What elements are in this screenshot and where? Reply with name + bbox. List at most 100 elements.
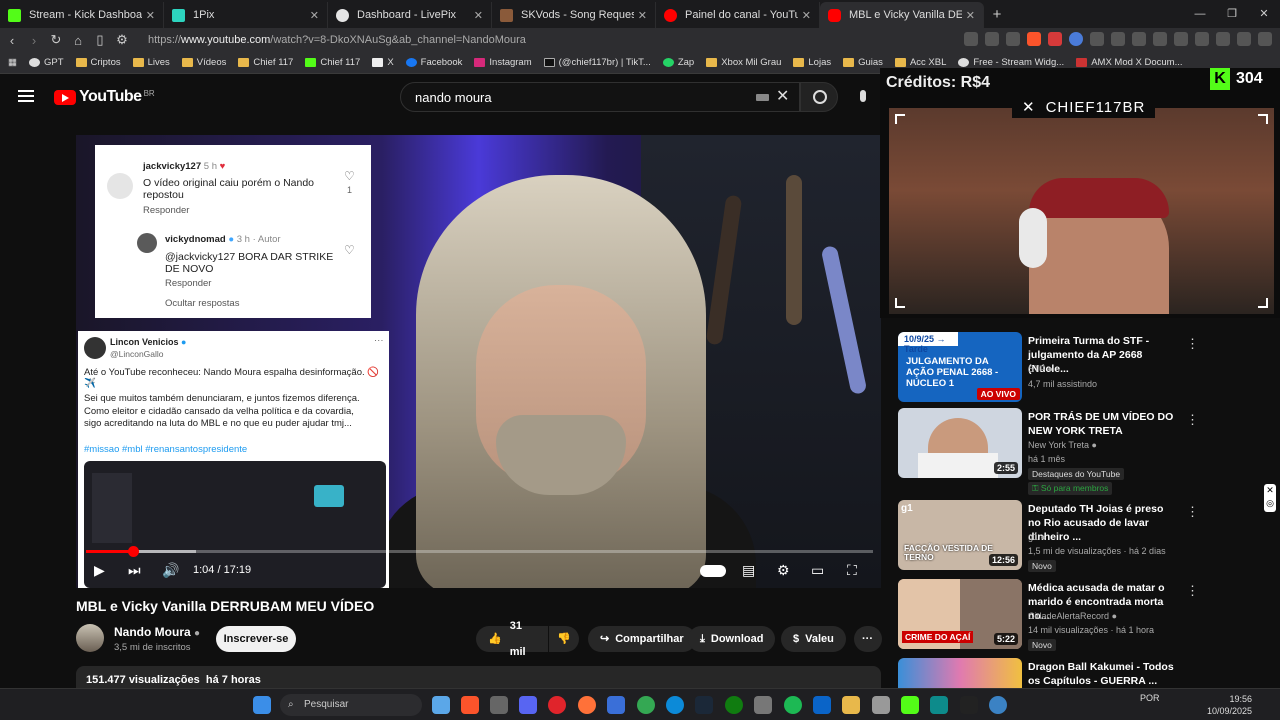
subtitles-icon[interactable]: ▤ <box>742 562 755 579</box>
music-icon[interactable] <box>1153 32 1167 46</box>
bookmark-amx[interactable]: AMX Mod X Docum... <box>1076 57 1183 68</box>
opera-icon[interactable] <box>548 696 566 714</box>
taskbar-search[interactable]: ⌕ Pesquisar <box>280 694 422 716</box>
tab-youtube-video[interactable]: MBL e Vicky Vanilla DERRUBAM✕ <box>820 2 984 28</box>
firefox-icon[interactable] <box>578 696 596 714</box>
tab-1pix[interactable]: 1Pix ✕ <box>164 2 328 28</box>
more-options-icon[interactable]: ⋮ <box>1186 412 1199 428</box>
bookmark-icon[interactable]: ▯ <box>90 32 110 48</box>
close-window-icon[interactable]: ✕ <box>1248 0 1280 28</box>
more-options-icon[interactable]: ⋮ <box>1186 662 1188 678</box>
clear-search-icon[interactable]: ✕ <box>776 86 789 106</box>
profile-icon[interactable] <box>1069 32 1083 46</box>
hamburger-menu-icon[interactable] <box>18 90 34 105</box>
close-icon[interactable]: ✕ <box>638 9 647 22</box>
wallet-icon[interactable] <box>1195 32 1209 46</box>
autoplay-toggle[interactable] <box>700 565 726 577</box>
side-widget[interactable]: ✕ ◎ <box>1264 484 1276 512</box>
microphone-icon[interactable] <box>860 90 866 102</box>
volume-icon[interactable]: 🔊 <box>162 562 179 579</box>
search-button[interactable] <box>800 82 838 112</box>
dislike-button[interactable]: 👎 <box>549 626 579 652</box>
close-icon[interactable]: ✕ <box>310 9 319 22</box>
sidebar-icon[interactable] <box>1174 32 1188 46</box>
file-explorer-icon[interactable] <box>842 696 860 714</box>
bookmark-criptos[interactable]: Criptos <box>75 57 121 68</box>
brave-icon[interactable] <box>461 696 479 714</box>
taskbar-clock[interactable]: 19:56 10/09/2025 <box>1206 693 1252 717</box>
bookmark-lojas[interactable]: Lojas <box>793 57 831 68</box>
youtube-logo[interactable]: YouTube BR <box>54 88 155 106</box>
cast-icon[interactable] <box>964 32 978 46</box>
edge-icon[interactable] <box>666 696 684 714</box>
bookmark-zap[interactable]: Zap <box>662 57 694 68</box>
discord-icon[interactable] <box>519 696 537 714</box>
share-icon[interactable] <box>1006 32 1020 46</box>
app-icon[interactable] <box>989 696 1007 714</box>
close-icon[interactable]: ✕ <box>802 9 811 22</box>
bookmark-xbox[interactable]: Xbox Mil Grau <box>706 57 781 68</box>
recommendation-item[interactable]: Dragon Ball Kakumei - Todos os Capítulos… <box>898 658 1188 688</box>
home-icon[interactable]: ⌂ <box>68 33 88 48</box>
bookmark-x[interactable]: X <box>372 57 394 68</box>
copilot-icon[interactable] <box>432 696 450 714</box>
recommendation-item[interactable]: 2:55 POR TRÁS DE UM VÍDEO DO NEW YORK TR… <box>898 408 1199 495</box>
tab-livepix[interactable]: Dashboard - LivePix ✕ <box>328 2 492 28</box>
extension-icon[interactable] <box>1090 32 1104 46</box>
spotify-icon[interactable] <box>784 696 802 714</box>
download-button[interactable]: ⤓ Download <box>688 626 776 652</box>
minimize-icon[interactable]: — <box>1184 0 1216 28</box>
bookmark-acc-xbl[interactable]: Acc XBL <box>894 57 946 68</box>
steam-icon[interactable] <box>695 696 713 714</box>
recommendation-item[interactable]: CRIME DO AÇAÍ 5:22 Médica acusada de mat… <box>898 579 1199 655</box>
back-icon[interactable]: ‹ <box>2 33 22 48</box>
play-icon[interactable]: ▶ <box>94 562 105 579</box>
maximize-icon[interactable]: ❐ <box>1216 0 1248 28</box>
channel-name[interactable]: Nando Moura ● <box>114 625 200 639</box>
bookmark-guias[interactable]: Guias <box>843 57 883 68</box>
bookmark-stream-widgets[interactable]: Free - Stream Widg... <box>958 57 1064 68</box>
kick-app-icon[interactable] <box>901 696 919 714</box>
more-options-icon[interactable]: ⋮ <box>1186 583 1199 599</box>
system-tray[interactable]: POR <box>1140 693 1160 703</box>
bookmark-gpt[interactable]: GPT <box>28 57 64 68</box>
outlook-icon[interactable] <box>813 696 831 714</box>
bookmark-tiktok[interactable]: (@chief117br) | TikT... <box>543 57 651 68</box>
tab-youtube-studio[interactable]: Painel do canal - YouTube Studio✕ <box>656 2 820 28</box>
bookmark-facebook[interactable]: Facebook <box>405 57 462 68</box>
progress-bar[interactable] <box>86 546 873 557</box>
fullscreen-icon[interactable]: ⛶ <box>847 562 857 579</box>
keyboard-icon[interactable] <box>756 94 769 101</box>
rewards-icon[interactable] <box>1048 32 1062 46</box>
calculator-icon[interactable] <box>754 696 772 714</box>
site-info-icon[interactable]: ⚙ <box>112 32 132 48</box>
more-actions-button[interactable]: ··· <box>854 626 882 652</box>
bookmark-instagram[interactable]: Instagram <box>474 57 532 68</box>
leo-icon[interactable] <box>1216 32 1230 46</box>
video-player[interactable]: jackvicky127 5 h ♥ O vídeo original caiu… <box>76 135 881 588</box>
tab-skvods[interactable]: SKVods - Song Requests ✕ <box>492 2 656 28</box>
settings-icon[interactable]: ⚙ <box>777 562 790 579</box>
app-icon[interactable] <box>490 696 508 714</box>
close-icon[interactable]: ✕ <box>966 9 975 22</box>
theater-mode-icon[interactable]: ▭ <box>811 562 824 579</box>
puzzle-icon[interactable] <box>1111 32 1125 46</box>
url-field[interactable]: https://www.youtube.com/watch?v=8-DkoXNA… <box>140 30 920 50</box>
close-icon[interactable]: ✕ <box>474 9 483 22</box>
bookmark-chief117-folder[interactable]: Chief 117 <box>238 57 293 68</box>
thanks-button[interactable]: $ Valeu <box>781 626 846 652</box>
reload-icon[interactable]: ↻ <box>46 32 66 48</box>
xbox-icon[interactable] <box>725 696 743 714</box>
brave-shield-icon[interactable] <box>1027 32 1041 46</box>
channel-avatar[interactable] <box>76 624 104 652</box>
more-options-icon[interactable]: ⋮ <box>1186 504 1199 520</box>
chrome-icon[interactable] <box>637 696 655 714</box>
app-icon[interactable] <box>930 696 948 714</box>
recommendation-item[interactable]: 10/9/25 → Tarde JULGAMENTO DA AÇÃO PENAL… <box>898 332 1199 408</box>
next-icon[interactable]: ⏭ <box>128 562 141 579</box>
like-button[interactable]: 👍 31 mil <box>476 620 548 658</box>
apps-icon[interactable]: ▦ <box>8 57 17 68</box>
bookmark-lives[interactable]: Lives <box>132 57 170 68</box>
recommendation-item[interactable]: g1 FACÇÃO VESTIDA DE TERNO 12:56 Deputad… <box>898 500 1199 576</box>
bookmark-chief117[interactable]: Chief 117 <box>305 57 360 68</box>
